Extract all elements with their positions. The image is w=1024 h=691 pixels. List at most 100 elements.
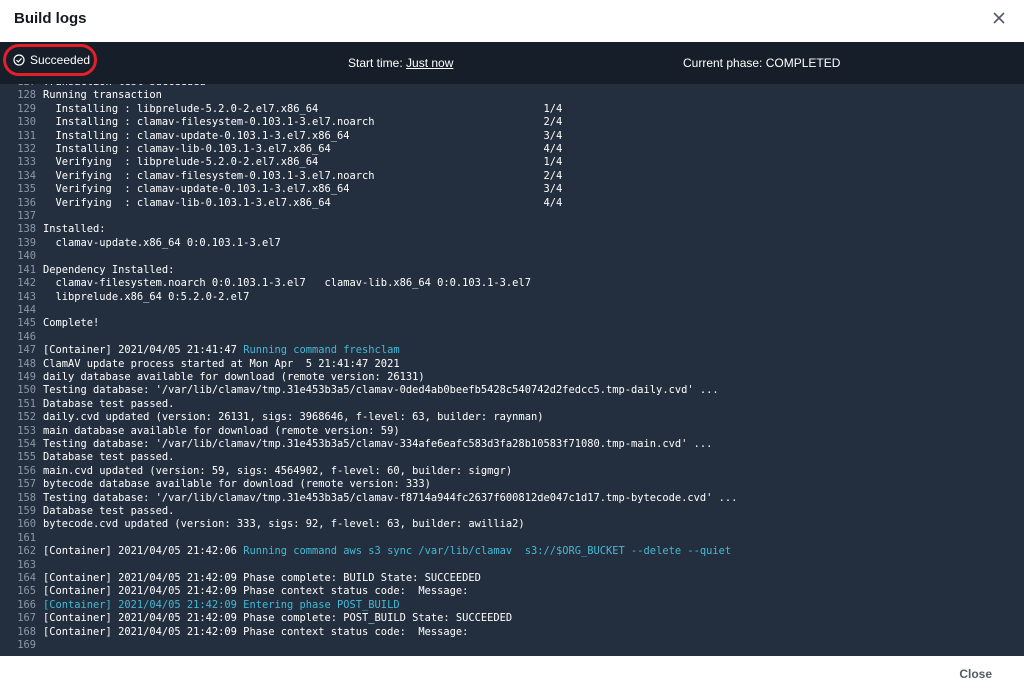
line-number: 162 [17, 545, 36, 558]
log-text: Database test passed. [43, 505, 175, 517]
line-number: 153 [17, 424, 36, 437]
line-number: 128 [17, 89, 36, 102]
start-time: Start time: Just now [348, 56, 453, 70]
log-line: 164 [Container] 2021/04/05 21:42:09 Phase… [0, 572, 1024, 585]
log-viewer[interactable]: 127Transaction test succeeded128Running … [0, 84, 1024, 656]
log-line: 133 Verifying : libprelude-5.2.0-2.el7.x… [0, 156, 1024, 169]
log-text: bytecode database available for download… [43, 478, 431, 491]
line-number: 155 [17, 451, 36, 464]
log-text: Installing : clamav-lib-0.103.1-3.el7.x8… [43, 143, 563, 156]
log-text: Verifying : clamav-lib-0.103.1-3.el7.x86… [43, 196, 563, 209]
line-number: 167 [17, 612, 36, 625]
log-text: Database test passed. [43, 397, 175, 410]
log-line: 143 libprelude.x86_64 0:5.2.0-2.el7 [0, 291, 1024, 304]
start-time-label: Start time: [348, 56, 407, 70]
log-text: Running command freshclam [243, 344, 400, 357]
line-number: 151 [17, 397, 36, 410]
log-line: 169 [0, 639, 1024, 652]
log-line: 129 Installing : libprelude-5.2.0-2.el7.… [0, 103, 1024, 116]
close-button[interactable]: Close [959, 667, 992, 681]
log-line: 137 [0, 210, 1024, 223]
line-number: 132 [17, 143, 36, 156]
log-text: Dependency Installed: [43, 263, 175, 276]
status-text: Succeeded [30, 53, 91, 67]
log-line: 144 [0, 304, 1024, 317]
log-line: 136 Verifying : clamav-lib-0.103.1-3.el7… [0, 197, 1024, 210]
log-line: 134 Verifying : clamav-filesystem-0.103.… [0, 170, 1024, 183]
log-text: Verifying : clamav-update-0.103.1-3.el7.… [43, 183, 563, 196]
log-line: 166 [Container] 2021/04/05 21:42:09 Enter… [0, 599, 1024, 612]
line-number: 129 [17, 102, 36, 115]
line-number: 164 [17, 572, 36, 585]
log-text: [Container] 2021/04/05 21:42:09 Phase co… [43, 612, 513, 625]
log-line: 163 [0, 559, 1024, 572]
line-number: 163 [17, 558, 36, 571]
log-line: 145 Complete! [0, 317, 1024, 330]
line-number: 147 [17, 344, 36, 357]
log-text: Database test passed. [43, 451, 175, 464]
line-number: 142 [17, 277, 36, 290]
line-number: 145 [17, 317, 36, 330]
log-text: main.cvd updated (version: 59, sigs: 456… [43, 464, 513, 477]
line-number: 144 [17, 303, 36, 316]
log-text: [Container] 2021/04/05 21:42:06 [43, 545, 244, 558]
log-line: 168 [Container] 2021/04/05 21:42:09 Phase… [0, 626, 1024, 639]
log-lines: 127Transaction test succeeded128Running … [0, 84, 1024, 652]
modal-title: Build logs [14, 10, 87, 27]
log-line: 162 [Container] 2021/04/05 21:42:06 Runni… [0, 545, 1024, 558]
log-text: [Container] 2021/04/05 21:42:09 Entering… [43, 598, 400, 611]
line-number: 158 [17, 491, 36, 504]
check-circle-icon [13, 54, 25, 66]
line-number: 150 [17, 384, 36, 397]
log-line: 130 Installing : clamav-filesystem-0.103… [0, 116, 1024, 129]
log-line: 128 Running transaction [0, 89, 1024, 102]
log-text: Running transaction [43, 89, 162, 102]
log-line: 158 Testing database: '/var/lib/clamav/tm… [0, 492, 1024, 505]
log-line: 160 bytecode.cvd updated (version: 333, s… [0, 518, 1024, 531]
log-text: clamav-update.x86_64 0:0.103.1-3.el7 [43, 236, 281, 249]
log-text: [Container] 2021/04/05 21:41:47 [43, 344, 244, 357]
line-number: 141 [17, 263, 36, 276]
log-text: daily database available for download (r… [43, 370, 425, 383]
log-text: daily.cvd updated (version: 26131, sigs:… [43, 411, 544, 424]
log-text: [Container] 2021/04/05 21:42:09 Phase co… [43, 572, 481, 585]
log-text: bytecode.cvd updated (version: 333, sigs… [43, 518, 525, 531]
line-number: 156 [17, 464, 36, 477]
line-number: 135 [17, 183, 36, 196]
line-number: 148 [17, 357, 36, 370]
line-number: 143 [17, 290, 36, 303]
log-text: Installed: [43, 223, 106, 236]
start-time-link[interactable]: Just now [406, 56, 453, 70]
log-line: 167 [Container] 2021/04/05 21:42:09 Phase… [0, 612, 1024, 625]
log-text: Testing database: '/var/lib/clamav/tmp.3… [43, 437, 713, 450]
current-phase: Current phase: COMPLETED [683, 56, 841, 70]
log-line: 153 main database available for download … [0, 425, 1024, 438]
close-icon[interactable] [992, 11, 1006, 25]
log-text: clamav-filesystem.noarch 0:0.103.1-3.el7… [43, 277, 531, 290]
line-number: 140 [17, 250, 36, 263]
log-text: libprelude.x86_64 0:5.2.0-2.el7 [43, 290, 250, 303]
line-number: 159 [17, 505, 36, 517]
log-text: [Container] 2021/04/05 21:42:09 Phase co… [43, 585, 469, 598]
line-number: 152 [17, 411, 36, 424]
line-number: 161 [17, 531, 36, 544]
log-line: 159 Database test passed. [0, 505, 1024, 518]
line-number: 139 [17, 236, 36, 249]
line-number: 146 [17, 330, 36, 343]
log-line: 151 Database test passed. [0, 398, 1024, 411]
log-line: 146 [0, 331, 1024, 344]
log-line: 149 daily database available for download… [0, 371, 1024, 384]
line-number: 154 [17, 437, 36, 450]
line-number: 169 [17, 639, 36, 652]
log-text: Transaction test succeeded [43, 84, 206, 88]
line-number: 131 [17, 129, 36, 142]
log-line: 152 daily.cvd updated (version: 26131, si… [0, 411, 1024, 424]
log-line: 148 ClamAV update process started at Mon … [0, 358, 1024, 371]
log-line: 141 Dependency Installed: [0, 264, 1024, 277]
modal-footer: Close [0, 656, 1024, 691]
log-line: 157 bytecode database available for downl… [0, 478, 1024, 491]
line-number: 168 [17, 625, 36, 638]
log-text: Testing database: '/var/lib/clamav/tmp.3… [43, 491, 738, 504]
line-number: 149 [17, 370, 36, 383]
line-number: 133 [17, 156, 36, 169]
